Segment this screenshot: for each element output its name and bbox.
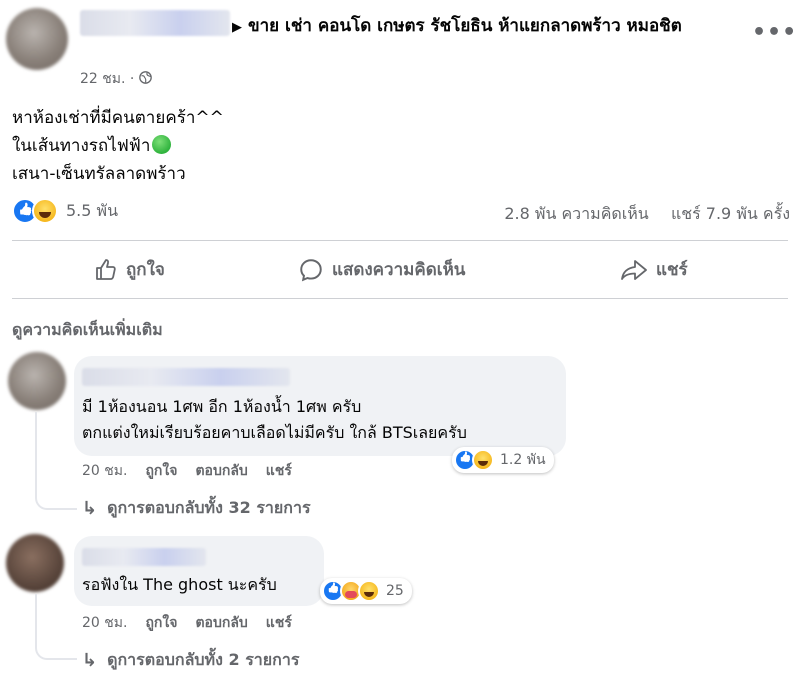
comment-label: แสดงความคิดเห็น (332, 260, 466, 280)
group-name[interactable]: ขาย เช่า คอนโด เกษตร รัชโยธิน ห้าแยกลาดพ… (248, 16, 682, 36)
haha-reaction-icon (472, 449, 494, 471)
comment-button[interactable]: แสดงความคิดเห็น (298, 256, 465, 283)
comment-line-1: มี 1ห้องนอน 1ศพ อีก 1ห้องน้ำ 1ศพ ครับ (82, 397, 362, 416)
comment-actions: 20 ชม. ถูกใจ ตอบกลับ แชร์ (82, 460, 292, 482)
like-outline-icon (96, 258, 116, 280)
comment-reply-link[interactable]: ตอบกลับ (195, 612, 247, 634)
comment-reaction-count: 25 (386, 583, 404, 599)
comment-bubble: รอฟังใน The ghost นะครับ (74, 536, 324, 606)
haha-reaction-icon (32, 198, 58, 224)
comment-bubble: มี 1ห้องนอน 1ศพ อีก 1ห้องน้ำ 1ศพ ครับ ตก… (74, 356, 566, 456)
commenter-avatar[interactable] (6, 534, 64, 592)
commenter-name-blurred[interactable] (82, 548, 206, 566)
reaction-summary[interactable]: 5.5 พัน (12, 198, 118, 224)
post-time[interactable]: 22 ชม. · (80, 71, 134, 87)
view-more-comments-link[interactable]: ดูความคิดเห็นเพิ่มเติม (12, 318, 163, 343)
post-body: หาห้องเช่าที่มีคนตายคร้า^^ ในเส้นทางรถไฟ… (12, 104, 224, 188)
comment-reaction-count: 1.2 พัน (500, 452, 546, 468)
reply-arrow-icon: ↳ (82, 498, 98, 519)
like-label: ถูกใจ (126, 260, 165, 280)
thread-connector (35, 412, 77, 510)
comment-time[interactable]: 20 ชม. (82, 460, 127, 482)
divider-top (12, 240, 788, 241)
reaction-count: 5.5 พัน (66, 200, 119, 220)
comment-reply-link[interactable]: ตอบกลับ (195, 460, 247, 482)
share-label: แชร์ (656, 260, 688, 280)
green-circle-emoji (152, 135, 172, 154)
comment-actions: 20 ชม. ถูกใจ ตอบกลับ แชร์ (82, 612, 292, 634)
post-line-2-text: ในเส้นทางรถไฟฟ้า (12, 136, 151, 156)
more-icon: ••• (752, 20, 798, 45)
view-replies-label: ดูการตอบกลับทั้ง 2 รายการ (107, 650, 300, 669)
comment-line-2: ตกแต่งใหม่เรียบร้อยคาบเลือดไม่มีครับ ใกล… (82, 423, 467, 442)
reply-arrow-icon: ↳ (82, 650, 98, 671)
thread-connector (35, 594, 77, 660)
more-options-button[interactable]: ••• (752, 20, 797, 45)
comment-like-link[interactable]: ถูกใจ (145, 460, 177, 482)
share-button[interactable]: แชร์ (620, 256, 688, 283)
comment-text: มี 1ห้องนอน 1ศพ อีก 1ห้องน้ำ 1ศพ ครับ ตก… (82, 394, 562, 446)
shares-count-link[interactable]: แชร์ 7.9 พัน ครั้ง (671, 204, 790, 223)
comment-share-link[interactable]: แชร์ (266, 612, 292, 634)
caret-right-icon: ▶ (232, 20, 242, 35)
view-replies-label: ดูการตอบกลับทั้ง 32 รายการ (107, 498, 311, 517)
haha-reaction-icon (358, 580, 380, 602)
comment-text: รอฟังใน The ghost นะครับ (82, 575, 277, 594)
comment-outline-icon (300, 258, 322, 281)
share-outline-icon (621, 259, 647, 280)
view-replies-link[interactable]: ↳ ดูการตอบกลับทั้ง 32 รายการ (82, 496, 311, 521)
comments-count-link[interactable]: 2.8 พัน ความคิดเห็น (504, 204, 648, 223)
comment-time[interactable]: 20 ชม. (82, 612, 127, 634)
group-name-header[interactable]: ▶ ขาย เช่า คอนโด เกษตร รัชโยธิน ห้าแยกลาด… (80, 14, 730, 40)
comment-share-link[interactable]: แชร์ (266, 460, 292, 482)
view-replies-link[interactable]: ↳ ดูการตอบกลับทั้ง 2 รายการ (82, 648, 299, 673)
post-line-2: ในเส้นทางรถไฟฟ้า (12, 132, 224, 160)
divider-bottom (12, 298, 788, 299)
like-button[interactable]: ถูกใจ (94, 256, 165, 283)
author-avatar[interactable] (6, 8, 68, 70)
post-stats: 2.8 พัน ความคิดเห็น แชร์ 7.9 พัน ครั้ง (504, 202, 790, 227)
comment-reactions[interactable]: 1.2 พัน (452, 447, 554, 473)
commenter-name-blurred[interactable] (82, 368, 290, 386)
comment-like-link[interactable]: ถูกใจ (145, 612, 177, 634)
commenter-avatar[interactable] (8, 352, 66, 410)
globe-icon (138, 71, 152, 84)
comment-reactions[interactable]: 25 (320, 578, 412, 604)
post-line-3: เสนา-เซ็นทรัลลาดพร้าว (12, 164, 186, 184)
post-meta: 22 ชม. · (80, 68, 152, 90)
post-line-1: หาห้องเช่าที่มีคนตายคร้า^^ (12, 108, 224, 128)
